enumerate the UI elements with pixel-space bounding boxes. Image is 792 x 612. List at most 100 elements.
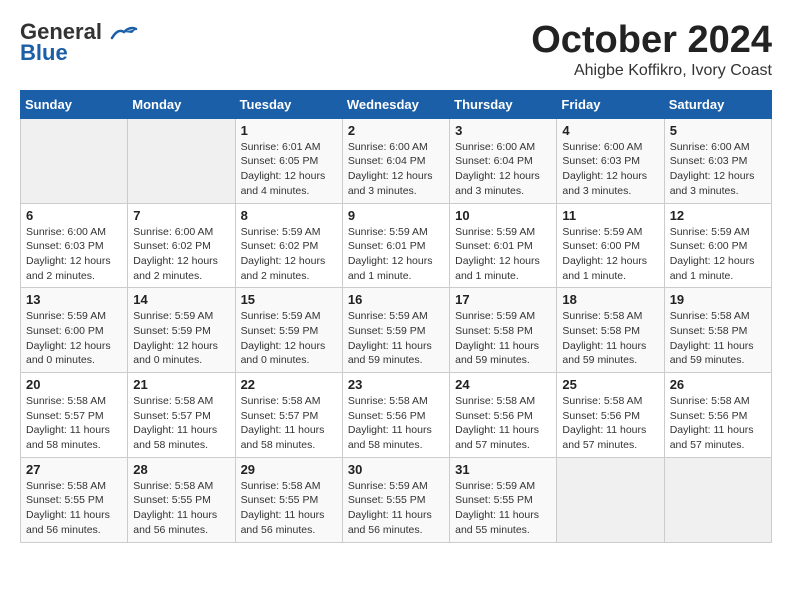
day-info: Sunrise: 6:01 AM Sunset: 6:05 PM Dayligh…: [241, 140, 337, 199]
day-number: 16: [348, 292, 444, 307]
calendar-cell: 28 Sunrise: 5:58 AM Sunset: 5:55 PM Dayli…: [128, 457, 235, 542]
calendar-cell: 27Sunrise: 5:58 AM Sunset: 5:55 PM Dayli…: [21, 457, 128, 542]
calendar-cell: 24Sunrise: 5:58 AM Sunset: 5:56 PM Dayli…: [450, 373, 557, 458]
day-number: 9: [348, 208, 444, 223]
calendar-cell: [664, 457, 771, 542]
day-info: Sunrise: 5:59 AM Sunset: 6:00 PM Dayligh…: [26, 309, 122, 368]
day-number: 6: [26, 208, 122, 223]
calendar-cell: [557, 457, 664, 542]
weekday-header-monday: Monday: [128, 90, 235, 118]
calendar-week-row: 6 Sunrise: 6:00 AM Sunset: 6:03 PM Daylig…: [21, 203, 772, 288]
day-info: Sunrise: 5:59 AM Sunset: 5:55 PM Dayligh…: [455, 479, 551, 538]
weekday-header-thursday: Thursday: [450, 90, 557, 118]
calendar-cell: 30 Sunrise: 5:59 AM Sunset: 5:55 PM Dayli…: [342, 457, 449, 542]
calendar-cell: 25Sunrise: 5:58 AM Sunset: 5:56 PM Dayli…: [557, 373, 664, 458]
day-number: 17: [455, 292, 551, 307]
weekday-header-friday: Friday: [557, 90, 664, 118]
day-info: Sunrise: 5:59 AM Sunset: 5:59 PM Dayligh…: [348, 309, 444, 368]
day-number: 2: [348, 123, 444, 138]
day-number: 25: [562, 377, 658, 392]
calendar-cell: 26 Sunrise: 5:58 AM Sunset: 5:56 PM Dayli…: [664, 373, 771, 458]
day-number: 29: [241, 462, 337, 477]
calendar-cell: 21 Sunrise: 5:58 AM Sunset: 5:57 PM Dayli…: [128, 373, 235, 458]
calendar-cell: 14 Sunrise: 5:59 AM Sunset: 5:59 PM Dayli…: [128, 288, 235, 373]
calendar-cell: 8 Sunrise: 5:59 AM Sunset: 6:02 PM Daylig…: [235, 203, 342, 288]
day-number: 23: [348, 377, 444, 392]
month-title: October 2024: [531, 20, 772, 62]
day-number: 15: [241, 292, 337, 307]
weekday-header-wednesday: Wednesday: [342, 90, 449, 118]
day-info: Sunrise: 5:59 AM Sunset: 5:59 PM Dayligh…: [133, 309, 229, 368]
calendar-cell: 1 Sunrise: 6:01 AM Sunset: 6:05 PM Daylig…: [235, 118, 342, 203]
day-info: Sunrise: 5:59 AM Sunset: 5:58 PM Dayligh…: [455, 309, 551, 368]
day-info: Sunrise: 5:59 AM Sunset: 6:00 PM Dayligh…: [562, 225, 658, 284]
day-number: 22: [241, 377, 337, 392]
day-number: 20: [26, 377, 122, 392]
day-number: 8: [241, 208, 337, 223]
calendar-cell: 6 Sunrise: 6:00 AM Sunset: 6:03 PM Daylig…: [21, 203, 128, 288]
day-number: 1: [241, 123, 337, 138]
day-info: Sunrise: 5:58 AM Sunset: 5:56 PM Dayligh…: [348, 394, 444, 453]
day-info: Sunrise: 6:00 AM Sunset: 6:03 PM Dayligh…: [670, 140, 766, 199]
day-info: Sunrise: 5:59 AM Sunset: 5:59 PM Dayligh…: [241, 309, 337, 368]
weekday-header-row: SundayMondayTuesdayWednesdayThursdayFrid…: [21, 90, 772, 118]
calendar-cell: 13 Sunrise: 5:59 AM Sunset: 6:00 PM Dayli…: [21, 288, 128, 373]
day-number: 26: [670, 377, 766, 392]
calendar-week-row: 1 Sunrise: 6:01 AM Sunset: 6:05 PM Daylig…: [21, 118, 772, 203]
day-info: Sunrise: 5:58 AM Sunset: 5:56 PM Dayligh…: [455, 394, 551, 453]
day-info: Sunrise: 5:59 AM Sunset: 5:55 PM Dayligh…: [348, 479, 444, 538]
day-number: 14: [133, 292, 229, 307]
day-info: Sunrise: 6:00 AM Sunset: 6:04 PM Dayligh…: [348, 140, 444, 199]
day-number: 5: [670, 123, 766, 138]
calendar-cell: 23 Sunrise: 5:58 AM Sunset: 5:56 PM Dayli…: [342, 373, 449, 458]
day-number: 30: [348, 462, 444, 477]
calendar-cell: 10Sunrise: 5:59 AM Sunset: 6:01 PM Dayli…: [450, 203, 557, 288]
page-header: General Blue October 2024 Ahigbe Koffikr…: [20, 20, 772, 80]
day-info: Sunrise: 5:58 AM Sunset: 5:56 PM Dayligh…: [670, 394, 766, 453]
calendar-cell: 18 Sunrise: 5:58 AM Sunset: 5:58 PM Dayli…: [557, 288, 664, 373]
day-info: Sunrise: 5:58 AM Sunset: 5:55 PM Dayligh…: [133, 479, 229, 538]
day-info: Sunrise: 5:58 AM Sunset: 5:58 PM Dayligh…: [562, 309, 658, 368]
day-info: Sunrise: 6:00 AM Sunset: 6:03 PM Dayligh…: [562, 140, 658, 199]
calendar-week-row: 20 Sunrise: 5:58 AM Sunset: 5:57 PM Dayli…: [21, 373, 772, 458]
day-number: 19: [670, 292, 766, 307]
day-number: 12: [670, 208, 766, 223]
calendar-body: 1 Sunrise: 6:01 AM Sunset: 6:05 PM Daylig…: [21, 118, 772, 542]
day-info: Sunrise: 5:58 AM Sunset: 5:57 PM Dayligh…: [241, 394, 337, 453]
calendar-cell: 31 Sunrise: 5:59 AM Sunset: 5:55 PM Dayli…: [450, 457, 557, 542]
day-number: 28: [133, 462, 229, 477]
calendar-week-row: 27Sunrise: 5:58 AM Sunset: 5:55 PM Dayli…: [21, 457, 772, 542]
location-title: Ahigbe Koffikro, Ivory Coast: [531, 62, 772, 80]
day-number: 21: [133, 377, 229, 392]
day-info: Sunrise: 6:00 AM Sunset: 6:04 PM Dayligh…: [455, 140, 551, 199]
day-info: Sunrise: 5:58 AM Sunset: 5:55 PM Dayligh…: [241, 479, 337, 538]
day-number: 10: [455, 208, 551, 223]
calendar-cell: 4 Sunrise: 6:00 AM Sunset: 6:03 PM Daylig…: [557, 118, 664, 203]
calendar-cell: 7Sunrise: 6:00 AM Sunset: 6:02 PM Daylig…: [128, 203, 235, 288]
calendar-cell: 22 Sunrise: 5:58 AM Sunset: 5:57 PM Dayli…: [235, 373, 342, 458]
calendar-table: SundayMondayTuesdayWednesdayThursdayFrid…: [20, 90, 772, 543]
day-number: 18: [562, 292, 658, 307]
calendar-cell: [21, 118, 128, 203]
weekday-header-sunday: Sunday: [21, 90, 128, 118]
day-info: Sunrise: 6:00 AM Sunset: 6:03 PM Dayligh…: [26, 225, 122, 284]
calendar-cell: 11 Sunrise: 5:59 AM Sunset: 6:00 PM Dayli…: [557, 203, 664, 288]
day-info: Sunrise: 5:58 AM Sunset: 5:58 PM Dayligh…: [670, 309, 766, 368]
day-number: 7: [133, 208, 229, 223]
day-number: 4: [562, 123, 658, 138]
day-number: 13: [26, 292, 122, 307]
calendar-cell: 12 Sunrise: 5:59 AM Sunset: 6:00 PM Dayli…: [664, 203, 771, 288]
title-area: October 2024 Ahigbe Koffikro, Ivory Coas…: [531, 20, 772, 80]
day-number: 11: [562, 208, 658, 223]
calendar-cell: 19 Sunrise: 5:58 AM Sunset: 5:58 PM Dayli…: [664, 288, 771, 373]
calendar-cell: 29 Sunrise: 5:58 AM Sunset: 5:55 PM Dayli…: [235, 457, 342, 542]
day-number: 31: [455, 462, 551, 477]
calendar-cell: 20Sunrise: 5:58 AM Sunset: 5:57 PM Dayli…: [21, 373, 128, 458]
day-info: Sunrise: 5:59 AM Sunset: 6:00 PM Dayligh…: [670, 225, 766, 284]
calendar-cell: 16 Sunrise: 5:59 AM Sunset: 5:59 PM Dayli…: [342, 288, 449, 373]
calendar-cell: 15 Sunrise: 5:59 AM Sunset: 5:59 PM Dayli…: [235, 288, 342, 373]
weekday-header-tuesday: Tuesday: [235, 90, 342, 118]
day-info: Sunrise: 5:58 AM Sunset: 5:57 PM Dayligh…: [133, 394, 229, 453]
calendar-cell: 9Sunrise: 5:59 AM Sunset: 6:01 PM Daylig…: [342, 203, 449, 288]
day-info: Sunrise: 5:59 AM Sunset: 6:02 PM Dayligh…: [241, 225, 337, 284]
